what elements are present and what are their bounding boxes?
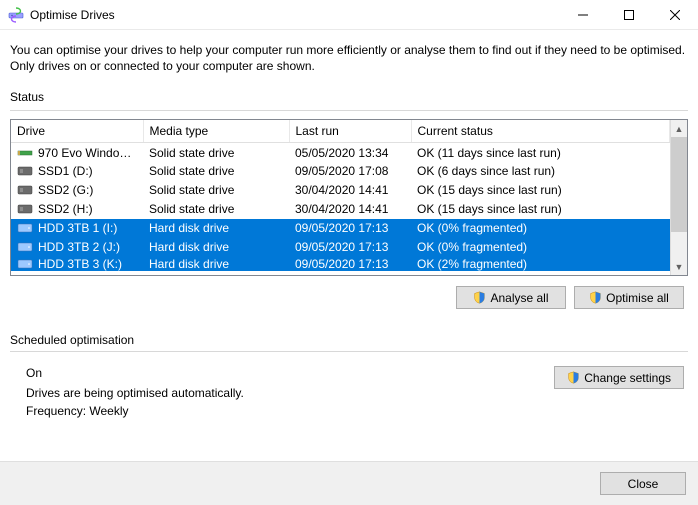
table-row[interactable]: HDD 3TB 1 (I:) Hard disk drive09/05/2020 … [11, 219, 670, 238]
change-settings-button[interactable]: Change settings [554, 366, 684, 389]
divider [10, 351, 688, 352]
last-run: 30/04/2020 14:41 [289, 181, 411, 200]
table-header-row: Drive Media type Last run Current status [11, 120, 670, 143]
scroll-down-icon[interactable]: ▼ [671, 258, 687, 275]
shield-icon [567, 371, 580, 384]
drive-icon [17, 184, 33, 196]
table-row[interactable]: 970 Evo Windows (… Solid state drive05/05… [11, 143, 670, 162]
status-label: Status [10, 90, 688, 104]
divider [10, 110, 688, 111]
change-settings-label: Change settings [584, 371, 671, 385]
shield-icon [589, 291, 602, 304]
current-status: OK (0% fragmented) [411, 219, 670, 238]
scheduled-on: On [26, 366, 554, 380]
last-run: 09/05/2020 17:13 [289, 257, 411, 271]
drive-name: HDD 3TB 2 (J:) [38, 240, 120, 254]
media-type: Solid state drive [143, 200, 289, 219]
window-title: Optimise Drives [30, 8, 560, 22]
current-status: OK (15 days since last run) [411, 181, 670, 200]
drive-icon [17, 165, 33, 177]
titlebar: Optimise Drives [0, 0, 698, 30]
drive-icon [17, 147, 33, 159]
last-run: 09/05/2020 17:13 [289, 219, 411, 238]
close-button[interactable]: Close [600, 472, 686, 495]
scheduled-label: Scheduled optimisation [10, 333, 688, 347]
drive-name: SSD2 (H:) [38, 202, 93, 216]
drive-name: HDD 3TB 3 (K:) [38, 257, 122, 271]
scroll-up-icon[interactable]: ▲ [671, 120, 687, 137]
media-type: Hard disk drive [143, 238, 289, 257]
current-status: OK (2% fragmented) [411, 257, 670, 271]
current-status: OK (0% fragmented) [411, 238, 670, 257]
media-type: Solid state drive [143, 181, 289, 200]
scroll-thumb[interactable] [671, 137, 687, 231]
col-status[interactable]: Current status [411, 120, 670, 143]
drive-icon [17, 241, 33, 253]
table-row[interactable]: SSD2 (G:) Solid state drive30/04/2020 14:… [11, 181, 670, 200]
col-media[interactable]: Media type [143, 120, 289, 143]
optimise-all-label: Optimise all [606, 291, 669, 305]
app-icon [8, 7, 24, 23]
intro-text: You can optimise your drives to help you… [10, 42, 688, 74]
table-row[interactable]: HDD 3TB 2 (J:) Hard disk drive09/05/2020 … [11, 238, 670, 257]
analyse-all-label: Analyse all [490, 291, 548, 305]
drive-name: SSD2 (G:) [38, 183, 93, 197]
drive-icon [17, 258, 33, 270]
shield-icon [473, 291, 486, 304]
last-run: 30/04/2020 14:41 [289, 200, 411, 219]
media-type: Solid state drive [143, 143, 289, 162]
drive-name: HDD 3TB 1 (I:) [38, 221, 117, 235]
table-row[interactable]: HDD 3TB 3 (K:) Hard disk drive09/05/2020 … [11, 257, 670, 271]
media-type: Hard disk drive [143, 257, 289, 271]
last-run: 09/05/2020 17:13 [289, 238, 411, 257]
table-row[interactable]: SSD1 (D:) Solid state drive09/05/2020 17:… [11, 162, 670, 181]
current-status: OK (15 days since last run) [411, 200, 670, 219]
analyse-all-button[interactable]: Analyse all [456, 286, 566, 309]
table-row[interactable]: SSD2 (H:) Solid state drive30/04/2020 14:… [11, 200, 670, 219]
last-run: 05/05/2020 13:34 [289, 143, 411, 162]
maximize-button[interactable] [606, 0, 652, 30]
minimize-button[interactable] [560, 0, 606, 30]
close-window-button[interactable] [652, 0, 698, 30]
media-type: Solid state drive [143, 162, 289, 181]
col-drive[interactable]: Drive [11, 120, 143, 143]
scroll-track[interactable] [671, 137, 687, 258]
drive-icon [17, 222, 33, 234]
scrollbar[interactable]: ▲ ▼ [670, 120, 687, 275]
drives-table: Drive Media type Last run Current status… [10, 119, 688, 276]
current-status: OK (11 days since last run) [411, 143, 670, 162]
drive-icon [17, 203, 33, 215]
current-status: OK (6 days since last run) [411, 162, 670, 181]
scheduled-line1: Drives are being optimised automatically… [26, 386, 554, 400]
scheduled-line2: Frequency: Weekly [26, 404, 554, 418]
col-lastrun[interactable]: Last run [289, 120, 411, 143]
drive-name: 970 Evo Windows (… [38, 146, 137, 160]
drive-name: SSD1 (D:) [38, 164, 93, 178]
optimise-all-button[interactable]: Optimise all [574, 286, 684, 309]
last-run: 09/05/2020 17:08 [289, 162, 411, 181]
footer: Close [0, 461, 698, 505]
close-label: Close [628, 477, 659, 491]
media-type: Hard disk drive [143, 219, 289, 238]
